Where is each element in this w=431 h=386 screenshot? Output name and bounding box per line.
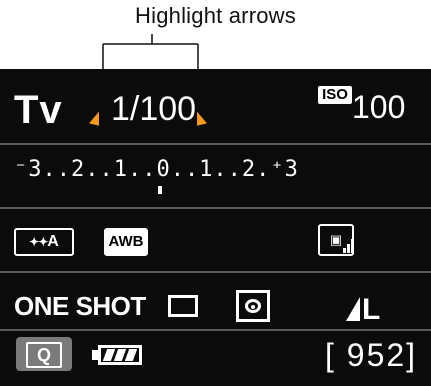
shots-remaining: [ 952] [325,337,418,373]
quick-control-button[interactable]: Q [16,337,72,371]
camera-lcd-screen: Tv 1/100 ISO 100 ⁻3..2..1..0..1..2.⁺3 ✦✦… [0,69,431,386]
battery-level-icon [102,349,138,361]
image-quality: L [362,293,381,326]
auto-lighting-level-icon [343,239,355,253]
shooting-mode: Tv [14,88,63,132]
exposure-level-scale: ⁻3..2..1..0..1..2.⁺3 [14,157,299,182]
highlight-arrow-left-icon [89,111,99,131]
picture-style-icon: ✦✦A [14,228,74,256]
picture-style-label: A [47,233,59,250]
quick-control-label: Q [26,342,62,368]
iso-label: ISO [318,86,352,104]
iso-value: 100 [352,89,406,125]
white-balance-icon: AWB [104,228,148,256]
drive-single-icon [168,295,198,317]
divider [0,329,431,331]
highlight-arrow-right-icon [197,111,207,131]
exposure-level-marker [158,186,162,194]
divider [0,207,431,209]
shutter-speed: 1/100 [111,90,197,128]
quality-large-icon [346,297,360,321]
divider [0,271,431,273]
metering-evaluative-icon [236,290,270,322]
white-balance-label: AWB [108,233,144,250]
af-mode: ONE SHOT [14,291,146,321]
divider [0,143,431,145]
